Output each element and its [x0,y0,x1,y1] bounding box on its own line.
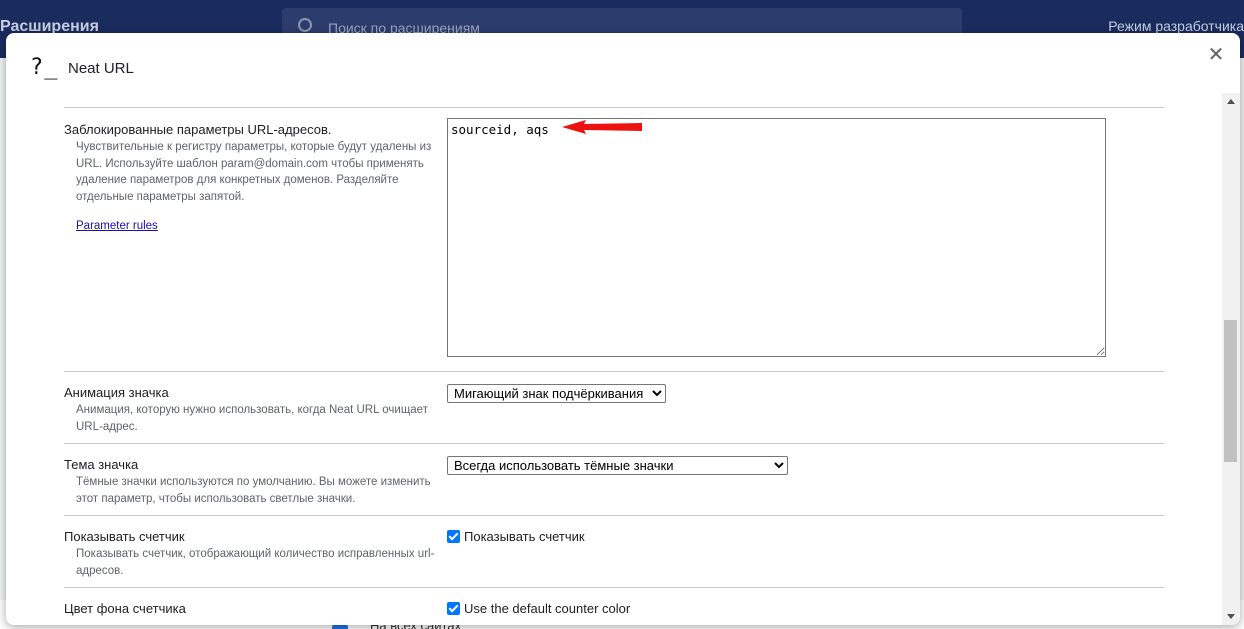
options-content: Заблокированные параметры URL-адресов. Ч… [6,93,1222,625]
setting-description: Тёмные значки используются по умолчанию.… [76,476,431,505]
blocked-params-input[interactable] [447,118,1106,357]
checkbox-checked-icon[interactable] [447,530,460,543]
extension-options-dialog: ?_ Neat URL ✕ Заблокированные параметры … [6,33,1240,625]
scrollbar-thumb[interactable] [1224,320,1237,462]
setting-description: Чувствительные к регистру параметры, кот… [76,141,432,203]
setting-title: Анимация значка [64,385,169,400]
setting-title: Показывать счетчик [64,529,185,544]
parameter-rules-link[interactable]: Parameter rules [76,220,158,232]
checkbox-label: Use the default counter color [464,601,631,616]
show-counter-checkbox[interactable]: Показывать счетчик [447,529,585,544]
icon-theme-select[interactable]: Всегда использовать тёмные значки [447,456,788,475]
search-icon [298,18,312,32]
dialog-header: ?_ Neat URL ✕ [6,33,1240,93]
developer-mode-label[interactable]: Режим разработчика [1108,18,1244,34]
setting-title: Цвет фона счетчика [64,601,186,616]
setting-title: Тема значка [64,457,139,472]
setting-title: Заблокированные параметры URL-адресов. [64,122,332,137]
setting-description: Показывать счетчик, отображающий количес… [76,548,435,577]
icon-animation-select[interactable]: Мигающий знак подчёркивания [447,384,666,403]
red-arrow-annotation [562,120,642,134]
setting-blocked-params: Заблокированные параметры URL-адресов. Ч… [64,107,1164,371]
checkbox-checked-icon[interactable] [447,602,460,615]
checkbox-label: Показывать счетчик [464,529,585,544]
setting-description: Анимация, которую нужно использовать, ко… [76,404,428,433]
setting-show-counter: Показывать счетчик Показывать счетчик, о… [64,515,1164,587]
close-icon[interactable]: ✕ [1206,45,1226,65]
vertical-scrollbar[interactable] [1222,93,1240,625]
scroll-down-arrow-icon[interactable] [1227,614,1235,619]
default-counter-color-checkbox[interactable]: Use the default counter color [447,601,630,616]
setting-icon-animation: Анимация значка Анимация, которую нужно … [64,371,1164,443]
setting-counter-color: Цвет фона счетчика Use the default count… [64,587,1164,625]
setting-icon-theme: Тема значка Тёмные значки используются п… [64,443,1164,515]
dialog-title: Neat URL [68,60,134,77]
scroll-up-arrow-icon[interactable] [1227,99,1235,104]
extension-icon: ?_ [30,55,59,80]
